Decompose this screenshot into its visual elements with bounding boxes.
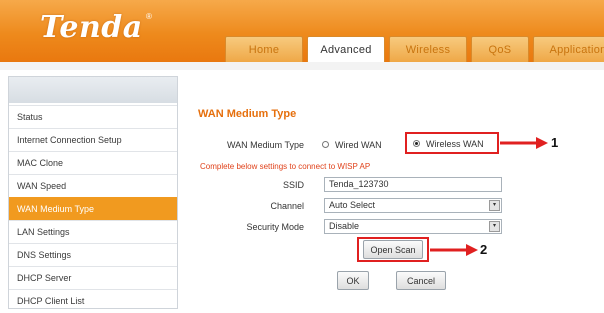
channel-select[interactable]: Auto Select ▾: [324, 198, 502, 213]
tenda-logo: Tenda: [40, 10, 143, 45]
wired-wan-label[interactable]: Wired WAN: [335, 140, 382, 150]
callout-number-1: 1: [551, 135, 559, 150]
channel-label: Channel: [270, 201, 304, 211]
tab-application[interactable]: Application: [533, 36, 604, 62]
security-mode-select[interactable]: Disable ▾: [324, 219, 502, 234]
ssid-label: SSID: [282, 180, 304, 190]
tab-home[interactable]: Home: [225, 36, 303, 62]
sidebar-item-dhcp-server[interactable]: DHCP Server: [9, 266, 177, 289]
sidebar-item-mac-clone[interactable]: MAC Clone: [9, 151, 177, 174]
cancel-button[interactable]: Cancel: [396, 271, 446, 290]
wireless-wan-radio[interactable]: [413, 140, 420, 147]
wired-wan-radio[interactable]: [322, 141, 329, 148]
channel-select-value: Auto Select: [329, 200, 376, 210]
tab-advanced[interactable]: Advanced: [307, 36, 385, 62]
sidebar-item-internet-connection-setup[interactable]: Internet Connection Setup: [9, 128, 177, 151]
sidebar-item-wan-medium-type[interactable]: WAN Medium Type: [9, 197, 177, 220]
security-mode-label: Security Mode: [246, 222, 304, 232]
page-title: WAN Medium Type: [198, 108, 297, 120]
wisp-hint-text: Complete below settings to connect to WI…: [200, 162, 371, 171]
open-scan-button[interactable]: Open Scan: [363, 240, 423, 259]
sidebar-item-wan-speed[interactable]: WAN Speed: [9, 174, 177, 197]
tab-wireless[interactable]: Wireless: [389, 36, 467, 62]
security-mode-value: Disable: [329, 221, 360, 231]
wan-medium-type-label: WAN Medium Type: [226, 140, 304, 150]
chevron-down-icon[interactable]: ▾: [489, 200, 500, 211]
header-divider: [0, 62, 604, 70]
ssid-input[interactable]: Tenda_123730: [324, 177, 502, 192]
chevron-down-icon[interactable]: ▾: [489, 221, 500, 232]
registered-mark: ®: [146, 12, 152, 21]
ok-button[interactable]: OK: [337, 271, 369, 290]
callout-arrow-2: [430, 244, 478, 256]
main-panel: WAN Medium Type WAN Medium Type Wired WA…: [180, 70, 604, 309]
callout-number-2: 2: [480, 242, 488, 257]
sidebar-menu: Status Internet Connection Setup MAC Clo…: [8, 76, 178, 309]
header-bar: Tenda ® Home Advanced Wireless QoS Appli…: [0, 0, 604, 62]
sidebar-item-status[interactable]: Status: [9, 105, 177, 128]
sidebar-item-dns-settings[interactable]: DNS Settings: [9, 243, 177, 266]
wireless-wan-label[interactable]: Wireless WAN: [426, 139, 484, 149]
sidebar-header: [9, 77, 177, 103]
tab-qos[interactable]: QoS: [471, 36, 529, 62]
sidebar-item-lan-settings[interactable]: LAN Settings: [9, 220, 177, 243]
callout-arrow-1: [500, 137, 548, 149]
